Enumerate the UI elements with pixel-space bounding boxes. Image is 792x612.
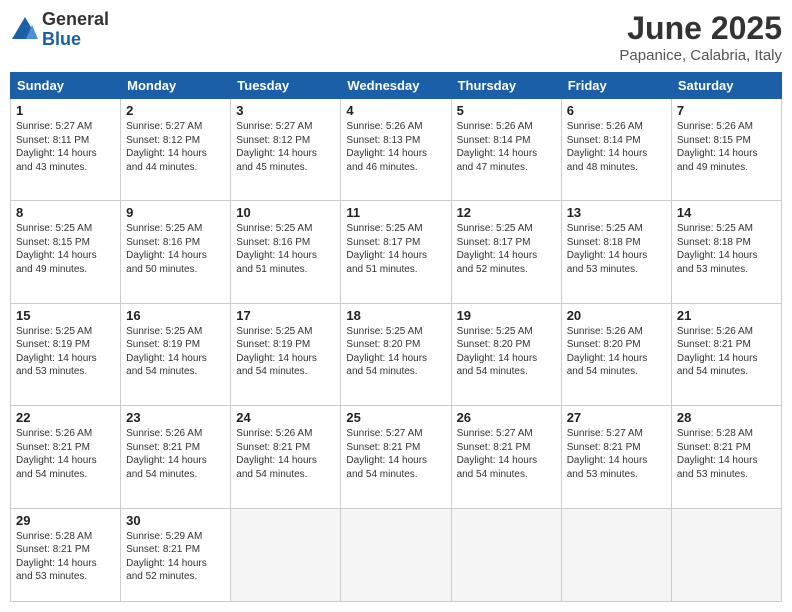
empty-cell-5 — [671, 508, 781, 601]
day-13: 13 Sunrise: 5:25 AMSunset: 8:18 PMDaylig… — [561, 201, 671, 303]
day-24: 24 Sunrise: 5:26 AMSunset: 8:21 PMDaylig… — [231, 406, 341, 508]
col-tuesday: Tuesday — [231, 73, 341, 99]
day-17: 17 Sunrise: 5:25 AMSunset: 8:19 PMDaylig… — [231, 303, 341, 405]
logo-icon — [10, 15, 40, 45]
weekday-header-row: Sunday Monday Tuesday Wednesday Thursday… — [11, 73, 782, 99]
day-8: 8 Sunrise: 5:25 AMSunset: 8:15 PMDayligh… — [11, 201, 121, 303]
day-21: 21 Sunrise: 5:26 AMSunset: 8:21 PMDaylig… — [671, 303, 781, 405]
day-9: 9 Sunrise: 5:25 AMSunset: 8:16 PMDayligh… — [121, 201, 231, 303]
logo-text: General Blue — [42, 10, 109, 50]
title-block: June 2025 Papanice, Calabria, Italy — [619, 10, 782, 64]
day-4: 4 Sunrise: 5:26 AMSunset: 8:13 PMDayligh… — [341, 99, 451, 201]
page: General Blue June 2025 Papanice, Calabri… — [0, 0, 792, 612]
day-26: 26 Sunrise: 5:27 AMSunset: 8:21 PMDaylig… — [451, 406, 561, 508]
day-3: 3 Sunrise: 5:27 AMSunset: 8:12 PMDayligh… — [231, 99, 341, 201]
month-title: June 2025 — [619, 10, 782, 47]
day-29: 29 Sunrise: 5:28 AMSunset: 8:21 PMDaylig… — [11, 508, 121, 601]
logo: General Blue — [10, 10, 109, 50]
day-16: 16 Sunrise: 5:25 AMSunset: 8:19 PMDaylig… — [121, 303, 231, 405]
day-11: 11 Sunrise: 5:25 AMSunset: 8:17 PMDaylig… — [341, 201, 451, 303]
day-15: 15 Sunrise: 5:25 AMSunset: 8:19 PMDaylig… — [11, 303, 121, 405]
day-6: 6 Sunrise: 5:26 AMSunset: 8:14 PMDayligh… — [561, 99, 671, 201]
col-friday: Friday — [561, 73, 671, 99]
day-30: 30 Sunrise: 5:29 AMSunset: 8:21 PMDaylig… — [121, 508, 231, 601]
empty-cell-3 — [451, 508, 561, 601]
day-14: 14 Sunrise: 5:25 AMSunset: 8:18 PMDaylig… — [671, 201, 781, 303]
day-2: 2 Sunrise: 5:27 AMSunset: 8:12 PMDayligh… — [121, 99, 231, 201]
week-row-1: 1 Sunrise: 5:27 AMSunset: 8:11 PMDayligh… — [11, 99, 782, 201]
logo-general: General — [42, 10, 109, 30]
day-20: 20 Sunrise: 5:26 AMSunset: 8:20 PMDaylig… — [561, 303, 671, 405]
day-28: 28 Sunrise: 5:28 AMSunset: 8:21 PMDaylig… — [671, 406, 781, 508]
empty-cell-4 — [561, 508, 671, 601]
col-sunday: Sunday — [11, 73, 121, 99]
day-19: 19 Sunrise: 5:25 AMSunset: 8:20 PMDaylig… — [451, 303, 561, 405]
col-saturday: Saturday — [671, 73, 781, 99]
calendar: Sunday Monday Tuesday Wednesday Thursday… — [10, 72, 782, 602]
col-wednesday: Wednesday — [341, 73, 451, 99]
week-row-2: 8 Sunrise: 5:25 AMSunset: 8:15 PMDayligh… — [11, 201, 782, 303]
day-1: 1 Sunrise: 5:27 AMSunset: 8:11 PMDayligh… — [11, 99, 121, 201]
week-row-4: 22 Sunrise: 5:26 AMSunset: 8:21 PMDaylig… — [11, 406, 782, 508]
logo-blue: Blue — [42, 30, 109, 50]
day-27: 27 Sunrise: 5:27 AMSunset: 8:21 PMDaylig… — [561, 406, 671, 508]
empty-cell-1 — [231, 508, 341, 601]
week-row-3: 15 Sunrise: 5:25 AMSunset: 8:19 PMDaylig… — [11, 303, 782, 405]
location-title: Papanice, Calabria, Italy — [619, 47, 782, 64]
day-22: 22 Sunrise: 5:26 AMSunset: 8:21 PMDaylig… — [11, 406, 121, 508]
day-10: 10 Sunrise: 5:25 AMSunset: 8:16 PMDaylig… — [231, 201, 341, 303]
day-12: 12 Sunrise: 5:25 AMSunset: 8:17 PMDaylig… — [451, 201, 561, 303]
empty-cell-2 — [341, 508, 451, 601]
week-row-5: 29 Sunrise: 5:28 AMSunset: 8:21 PMDaylig… — [11, 508, 782, 601]
day-5: 5 Sunrise: 5:26 AMSunset: 8:14 PMDayligh… — [451, 99, 561, 201]
col-monday: Monday — [121, 73, 231, 99]
day-7: 7 Sunrise: 5:26 AMSunset: 8:15 PMDayligh… — [671, 99, 781, 201]
day-18: 18 Sunrise: 5:25 AMSunset: 8:20 PMDaylig… — [341, 303, 451, 405]
header: General Blue June 2025 Papanice, Calabri… — [10, 10, 782, 64]
day-23: 23 Sunrise: 5:26 AMSunset: 8:21 PMDaylig… — [121, 406, 231, 508]
day-25: 25 Sunrise: 5:27 AMSunset: 8:21 PMDaylig… — [341, 406, 451, 508]
col-thursday: Thursday — [451, 73, 561, 99]
